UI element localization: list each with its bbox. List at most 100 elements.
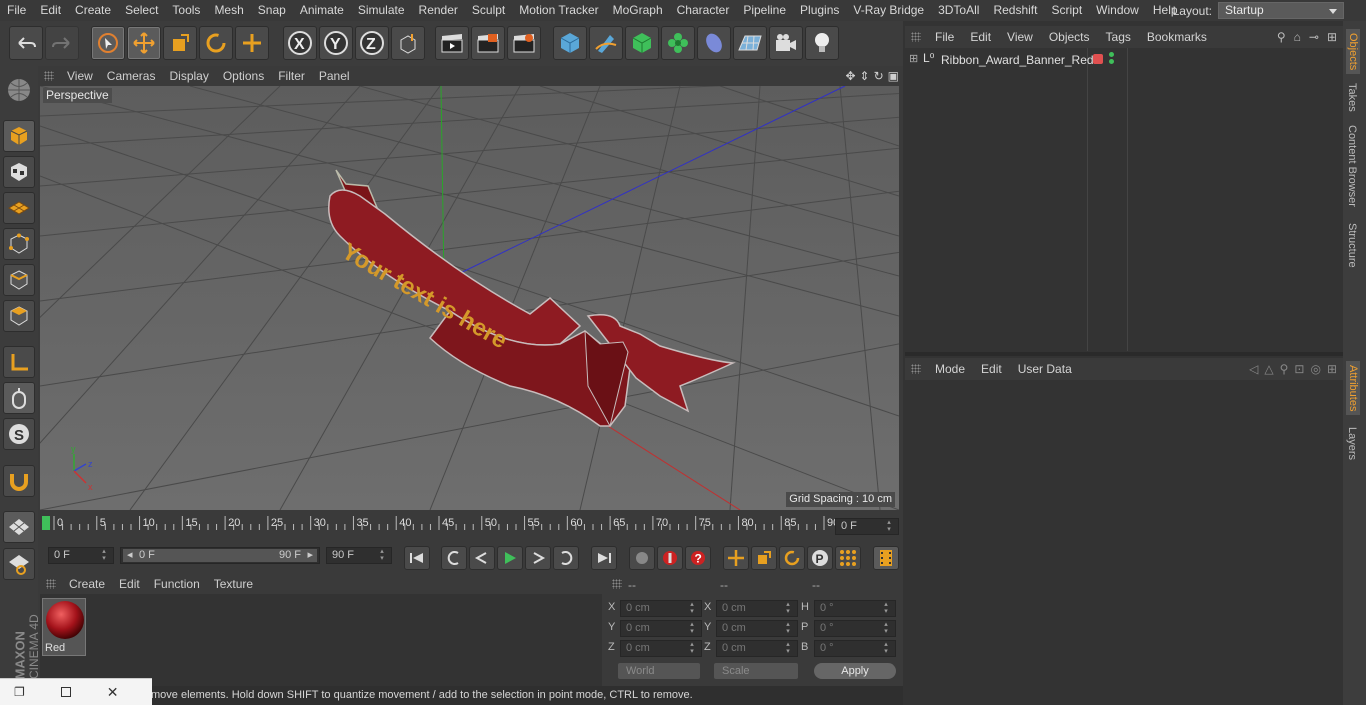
viewport-menu-options[interactable]: Options [216, 69, 271, 83]
material-menu-texture[interactable]: Texture [207, 577, 260, 591]
y-axis-lock-button[interactable]: Y [319, 26, 353, 60]
expand-toggle-icon[interactable]: ⊞ [909, 52, 918, 65]
attributes-menu-edit[interactable]: Edit [973, 362, 1010, 376]
coord-value-field[interactable]: 0 cm [716, 600, 798, 617]
viewport-menu-display[interactable]: Display [162, 69, 215, 83]
viewport-menu-view[interactable]: View [60, 69, 100, 83]
next-frame-button[interactable] [525, 546, 551, 570]
frame-range-slider[interactable]: ◂ 0 F 90 F ▸ [120, 547, 320, 564]
menu-tools[interactable]: Tools [165, 0, 207, 21]
key-parameter-button[interactable]: P [807, 546, 833, 570]
menu-file[interactable]: File [0, 0, 33, 21]
object-row[interactable]: ⊞ L⁰ Ribbon_Award_Banner_Red [905, 51, 1343, 69]
autokey-button[interactable] [657, 546, 683, 570]
menu-3dtoall[interactable]: 3DToAll [931, 0, 986, 21]
coord-value-field[interactable]: 0 cm [716, 620, 798, 637]
redo-button[interactable] [45, 26, 79, 60]
nav-back-icon[interactable]: ◁ [1249, 362, 1258, 376]
key-scale-button[interactable] [751, 546, 777, 570]
restore-window-icon[interactable]: ❐ [14, 685, 25, 699]
menu-animate[interactable]: Animate [293, 0, 351, 21]
light-button[interactable] [805, 26, 839, 60]
home-icon[interactable]: ⌂ [1294, 30, 1301, 44]
material-swatch[interactable]: Red [42, 598, 86, 656]
pen-spline-button[interactable] [589, 26, 623, 60]
coordinate-mode-dropdown[interactable]: World [618, 663, 700, 679]
tab-attributes[interactable]: Attributes [1346, 361, 1360, 416]
render-view-button[interactable] [435, 26, 469, 60]
menu-snap[interactable]: Snap [251, 0, 293, 21]
polygons-mode-button[interactable] [3, 300, 35, 332]
tab-takes[interactable]: Takes [1346, 83, 1358, 112]
z-axis-lock-button[interactable]: Z [355, 26, 389, 60]
menu-motion-tracker[interactable]: Motion Tracker [512, 0, 605, 21]
coord-value-field[interactable]: 0 cm [620, 640, 702, 657]
play-button[interactable] [497, 546, 523, 570]
scale-tool-button[interactable] [163, 26, 197, 60]
back-icon[interactable]: ⊸ [1309, 30, 1319, 44]
start-frame-field[interactable]: 0 F [48, 547, 114, 564]
live-selection-button[interactable] [91, 26, 125, 60]
key-pla-button[interactable] [835, 546, 861, 570]
attributes-menu-user-data[interactable]: User Data [1010, 362, 1080, 376]
points-mode-button[interactable] [3, 228, 35, 260]
range-right-arrow-icon[interactable]: ▸ [307, 549, 313, 562]
material-menu-create[interactable]: Create [62, 577, 112, 591]
menu-v-ray-bridge[interactable]: V-Ray Bridge [846, 0, 931, 21]
timeline-window-button[interactable] [873, 546, 899, 570]
menu-sculpt[interactable]: Sculpt [465, 0, 512, 21]
viewport-menu-filter[interactable]: Filter [271, 69, 312, 83]
viewport-rotate-icon[interactable]: ↻ [874, 69, 884, 83]
menu-render[interactable]: Render [412, 0, 465, 21]
menu-character[interactable]: Character [670, 0, 737, 21]
display-color-icon[interactable] [1093, 54, 1103, 64]
floor-button[interactable] [733, 26, 767, 60]
record-keys-button[interactable] [629, 546, 655, 570]
snap-settings-button[interactable] [3, 548, 35, 580]
undo-button[interactable] [9, 26, 43, 60]
viewport-menu-cameras[interactable]: Cameras [100, 69, 163, 83]
menu-select[interactable]: Select [118, 0, 165, 21]
viewport-zoom-icon[interactable]: ⇕ [860, 69, 870, 83]
axis-mode-button[interactable] [3, 346, 35, 378]
tab-structure[interactable]: Structure [1346, 223, 1358, 268]
close-window-icon[interactable]: ✕ [107, 684, 119, 701]
objects-menu-bookmarks[interactable]: Bookmarks [1139, 30, 1215, 44]
deformer-button[interactable] [697, 26, 731, 60]
viewport-camera-label[interactable]: Perspective [43, 88, 112, 103]
render-visibility-dot[interactable] [1109, 59, 1114, 64]
attributes-menu-mode[interactable]: Mode [927, 362, 973, 376]
objects-menu-edit[interactable]: Edit [962, 30, 999, 44]
timeline-playhead[interactable] [42, 516, 50, 530]
snap-button[interactable] [3, 465, 35, 497]
menu-create[interactable]: Create [68, 0, 118, 21]
attr-new-panel-icon[interactable]: ⊞ [1327, 362, 1337, 376]
texture-mode-button[interactable] [3, 156, 35, 188]
subdivision-surface-button[interactable] [625, 26, 659, 60]
coord-value-field[interactable]: 0 cm [620, 620, 702, 637]
objects-menu-file[interactable]: File [927, 30, 962, 44]
apply-button[interactable]: Apply [814, 663, 896, 679]
render-settings-button[interactable] [507, 26, 541, 60]
next-key-button[interactable] [553, 546, 579, 570]
enable-snap-button[interactable] [3, 511, 35, 543]
transform-tool-button[interactable] [235, 26, 269, 60]
menu-redshift[interactable]: Redshift [986, 0, 1044, 21]
cube-object-button[interactable] [553, 26, 587, 60]
model-mode-button[interactable] [3, 120, 35, 152]
editor-visibility-dot[interactable] [1109, 52, 1114, 57]
nav-up-icon[interactable]: △ [1264, 362, 1273, 376]
move-tool-button[interactable] [127, 26, 161, 60]
end-frame-field[interactable]: 90 F [326, 547, 392, 564]
key-position-button[interactable] [723, 546, 749, 570]
new-panel-icon[interactable]: ⊞ [1327, 30, 1337, 44]
solo-mode-button[interactable]: S [3, 418, 35, 450]
goto-end-button[interactable] [591, 546, 617, 570]
goto-start-button[interactable] [404, 546, 430, 570]
material-menu-edit[interactable]: Edit [112, 577, 147, 591]
menu-script[interactable]: Script [1044, 0, 1089, 21]
objects-menu-view[interactable]: View [999, 30, 1041, 44]
coord-value-field[interactable]: 0 ° [814, 640, 896, 657]
keyframe-selection-button[interactable]: ? [685, 546, 711, 570]
coordinate-scale-dropdown[interactable]: Scale [714, 663, 798, 679]
